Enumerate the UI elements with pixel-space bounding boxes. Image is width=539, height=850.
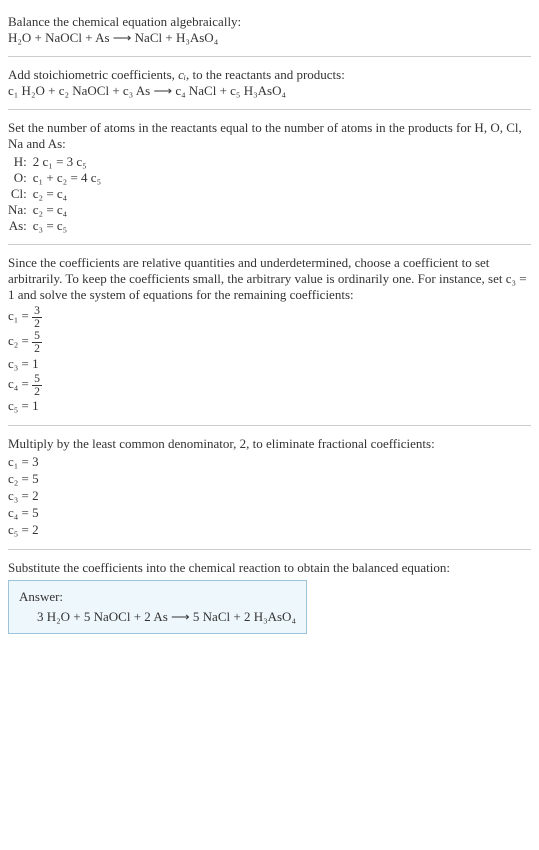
- denominator: 2: [32, 318, 42, 330]
- prompt-part-a: Add stoichiometric coefficients,: [8, 67, 178, 82]
- section-atom-equations: Set the number of atoms in the reactants…: [8, 114, 531, 240]
- integer-coefficient-list: c₁ = 3 c₂ = 5 c₃ = 2 c₄ = 5 c₅ = 2: [8, 454, 531, 538]
- prompt-text: Multiply by the least common denominator…: [8, 436, 531, 452]
- lhs: c₄ =: [8, 376, 32, 391]
- element-equation: c₁ + c₂ = 4 c₅: [33, 170, 101, 186]
- section-add-coefficients: Add stoichiometric coefficients, cᵢ, to …: [8, 61, 531, 105]
- fraction: 52: [32, 373, 42, 397]
- divider: [8, 549, 531, 550]
- coef-c3: c₃ = 2: [8, 488, 531, 504]
- numerator: 3: [32, 305, 42, 318]
- denominator: 2: [32, 386, 42, 398]
- coef-c4: c₄ = 5: [8, 505, 531, 521]
- coef-c5: c₅ = 2: [8, 522, 531, 538]
- coef-c1: c₁ = 3: [8, 454, 531, 470]
- coefficient-equation: c₁ H₂O + c₂ NaOCl + c₃ As ⟶ c₄ NaCl + c₅…: [8, 83, 531, 99]
- lhs: c₁ =: [8, 308, 32, 323]
- table-row: Na: c₂ = c₄: [8, 202, 101, 218]
- coef-c2: c₂ = 52: [8, 330, 531, 354]
- lhs: c₂ =: [8, 334, 32, 349]
- element-equation: c₃ = c₅: [33, 218, 101, 234]
- answer-label: Answer:: [19, 589, 296, 605]
- element-label: O:: [8, 170, 33, 186]
- prompt-text: Since the coefficients are relative quan…: [8, 255, 531, 303]
- divider: [8, 244, 531, 245]
- coef-c2: c₂ = 5: [8, 471, 531, 487]
- table-row: Cl: c₂ = c₄: [8, 186, 101, 202]
- section-solve-fractional: Since the coefficients are relative quan…: [8, 249, 531, 421]
- denominator: 2: [32, 343, 42, 355]
- atom-balance-table: H: 2 c₁ = 3 c₅ O: c₁ + c₂ = 4 c₅ Cl: c₂ …: [8, 154, 101, 234]
- numerator: 5: [32, 373, 42, 386]
- table-row: As: c₃ = c₅: [8, 218, 101, 234]
- fraction: 32: [32, 305, 42, 329]
- coefficient-list: c₁ = 32 c₂ = 52 c₃ = 1 c₄ = 52 c₅ = 1: [8, 305, 531, 414]
- element-equation: c₂ = c₄: [33, 202, 101, 218]
- element-label: Cl:: [8, 186, 33, 202]
- coef-c1: c₁ = 32: [8, 305, 531, 329]
- unbalanced-equation: H₂O + NaOCl + As ⟶ NaCl + H₃AsO₄: [8, 30, 531, 46]
- coef-c5: c₅ = 1: [8, 398, 531, 414]
- coef-c4: c₄ = 52: [8, 373, 531, 397]
- section-multiply-lcd: Multiply by the least common denominator…: [8, 430, 531, 545]
- coef-c3: c₃ = 1: [8, 356, 531, 372]
- divider: [8, 425, 531, 426]
- element-equation: c₂ = c₄: [33, 186, 101, 202]
- table-row: O: c₁ + c₂ = 4 c₅: [8, 170, 101, 186]
- element-label: Na:: [8, 202, 33, 218]
- prompt-text: Set the number of atoms in the reactants…: [8, 120, 531, 152]
- section-answer: Substitute the coefficients into the che…: [8, 554, 531, 640]
- balanced-equation: 3 H₂O + 5 NaOCl + 2 As ⟶ 5 NaCl + 2 H₃As…: [19, 609, 296, 625]
- prompt-text: Add stoichiometric coefficients, cᵢ, to …: [8, 67, 531, 83]
- ci-symbol: cᵢ: [178, 67, 186, 82]
- prompt-part-b: , to the reactants and products:: [186, 67, 345, 82]
- fraction: 52: [32, 330, 42, 354]
- section-balance-prompt: Balance the chemical equation algebraica…: [8, 8, 531, 52]
- element-label: As:: [8, 218, 33, 234]
- element-equation: 2 c₁ = 3 c₅: [33, 154, 101, 170]
- prompt-text: Balance the chemical equation algebraica…: [8, 14, 531, 30]
- prompt-text: Substitute the coefficients into the che…: [8, 560, 531, 576]
- table-row: H: 2 c₁ = 3 c₅: [8, 154, 101, 170]
- element-label: H:: [8, 154, 33, 170]
- divider: [8, 109, 531, 110]
- answer-box: Answer: 3 H₂O + 5 NaOCl + 2 As ⟶ 5 NaCl …: [8, 580, 307, 634]
- divider: [8, 56, 531, 57]
